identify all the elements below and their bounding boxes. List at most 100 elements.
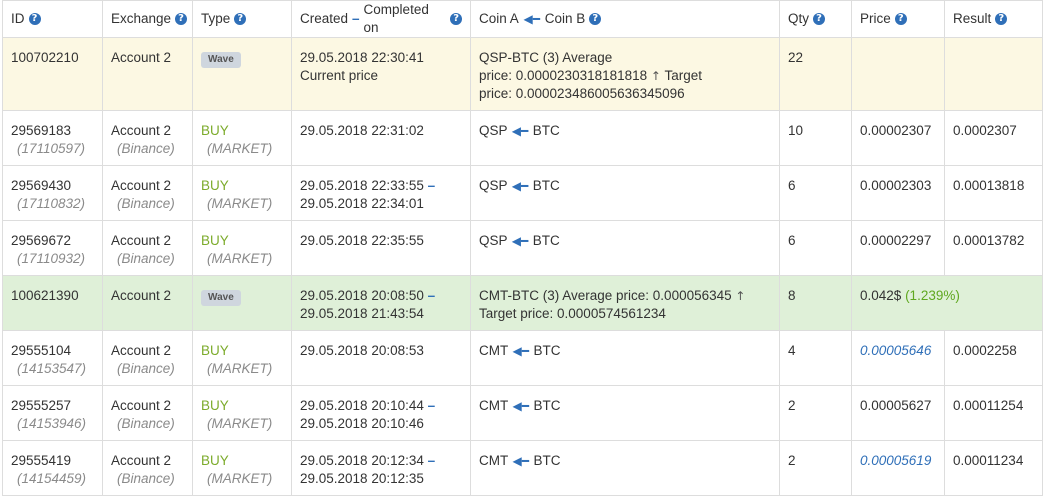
dash-separator: – [352,11,360,26]
question-circle-icon[interactable]: ? [894,13,907,25]
table-row[interactable]: 29555257 (14153946) Account 2 (Binance) BU… [2,385,1043,441]
cell-result [944,37,1043,111]
cell-type: BUY (MARKET) [192,110,292,166]
cell-id: 29555419 (14154459) [2,440,103,496]
cell-qty: 4 [779,330,852,386]
left-arrow-icon: ◀━ [512,454,529,468]
cell-result: 0.00011234 [944,440,1043,496]
dash-separator: – [427,288,436,303]
dash-separator: – [427,453,436,468]
cell-dates: 29.05.2018 20:10:44 –29.05.2018 20:10:46 [291,385,471,441]
cell-price: 0.00005646 [851,330,945,386]
header-qty[interactable]: Qty? [779,0,852,38]
left-arrow-icon: ◀━ [511,234,529,248]
cell-coins: CMT ◀━ BTC [470,330,780,386]
cell-coins: QSP ◀━ BTC [470,165,780,221]
table-row[interactable]: 29569430 (17110832) Account 2 (Binance) BU… [2,165,1043,221]
cell-dates: 29.05.2018 22:33:55 –29.05.2018 22:34:01 [291,165,471,221]
cell-type: Wave [192,37,292,111]
table-row[interactable]: 29569672 (17110932) Account 2 (Binance) BU… [2,220,1043,276]
header-price[interactable]: Price? [851,0,945,38]
cell-coins: QSP-BTC (3) Average price: 0.00002303181… [470,37,780,111]
header-type[interactable]: Type? [192,0,292,38]
cell-exchange: Account 2 (Binance) [102,385,193,441]
table-row-wave[interactable]: 100702210 Account 2 Wave 29.05.2018 22:3… [2,37,1043,111]
table-row-wave[interactable]: 100621390 Account 2 Wave 29.05.2018 20:0… [2,275,1043,331]
cell-result: 0.00011254 [944,385,1043,441]
cell-qty: 8 [779,275,852,331]
cell-exchange: Account 2 (Binance) [102,440,193,496]
question-circle-icon[interactable]: ? [234,13,247,25]
cell-price: 0.00002303 [851,165,945,221]
table-row[interactable]: 29555104 (14153547) Account 2 (Binance) BU… [2,330,1043,386]
dash-separator: – [427,178,436,193]
cell-result: 0.0002307 [944,110,1043,166]
cell-id: 29569672 (17110932) [2,220,103,276]
cell-price: 0.00002297 [851,220,945,276]
cell-id: 100702210 [2,37,103,111]
table-header-row: ID? Exchange? Type? Created – Completed on… [2,0,1043,38]
cell-type: BUY (MARKET) [192,440,292,496]
cell-id: 29555257 (14153946) [2,385,103,441]
cell-price: 0.00002307 [851,110,945,166]
cell-qty: 10 [779,110,852,166]
header-exchange[interactable]: Exchange? [102,0,193,38]
cell-type: BUY (MARKET) [192,220,292,276]
question-circle-icon[interactable]: ? [589,13,602,25]
cell-price: 0.00005627 [851,385,945,441]
question-circle-icon[interactable]: ? [995,13,1008,25]
header-id[interactable]: ID? [2,0,103,38]
cell-qty: 2 [779,440,852,496]
cell-type: BUY (MARKET) [192,165,292,221]
dash-separator: – [427,398,436,413]
cell-qty: 2 [779,385,852,441]
cell-result: 0.0002258 [944,330,1043,386]
wave-badge: Wave [201,52,241,68]
left-arrow-icon: ◀━ [511,179,529,193]
cell-qty: 6 [779,165,852,221]
trades-table: ID? Exchange? Type? Created – Completed on… [2,0,1043,496]
cell-id: 100621390 [2,275,103,331]
cell-coins: CMT ◀━ BTC [470,440,780,496]
cell-price [851,37,945,111]
question-circle-icon[interactable]: ? [450,13,462,25]
price-link[interactable]: 0.00005646 [860,343,931,358]
question-circle-icon[interactable]: ? [28,13,41,25]
cell-dates: 29.05.2018 22:35:55 [291,220,471,276]
cell-result: 0.00013782 [944,220,1043,276]
price-link[interactable]: 0.00005619 [860,453,931,468]
header-created-completed[interactable]: Created – Completed on? [291,0,471,38]
cell-exchange: Account 2 (Binance) [102,330,193,386]
header-coin-pair[interactable]: Coin A ◀━ Coin B? [470,0,780,38]
table-row[interactable]: 29555419 (14154459) Account 2 (Binance) BU… [2,440,1043,496]
cell-price: 0.042$ (1.239%) [851,275,1043,331]
cell-exchange: Account 2 (Binance) [102,165,193,221]
cell-result: 0.00013818 [944,165,1043,221]
cell-qty: 6 [779,220,852,276]
up-arrow-icon: ↑ [735,289,746,303]
left-arrow-icon: ◀━ [512,399,529,413]
cell-exchange: Account 2 (Binance) [102,220,193,276]
question-circle-icon[interactable]: ? [175,13,188,25]
header-result[interactable]: Result? [944,0,1043,38]
cell-coins: CMT-BTC (3) Average price: 0.000056345 ↑… [470,275,780,331]
profit-percent: (1.239%) [905,288,960,303]
cell-exchange: Account 2 [102,275,193,331]
cell-qty: 22 [779,37,852,111]
cell-type: Wave [192,275,292,331]
cell-coins: QSP ◀━ BTC [470,220,780,276]
left-arrow-icon: ◀━ [523,12,540,26]
wave-badge: Wave [201,290,241,306]
table-row[interactable]: 29569183 (17110597) Account 2 (Binance) BU… [2,110,1043,166]
left-arrow-icon: ◀━ [511,124,529,138]
cell-coins: QSP ◀━ BTC [470,110,780,166]
cell-coins: CMT ◀━ BTC [470,385,780,441]
cell-type: BUY (MARKET) [192,330,292,386]
cell-exchange: Account 2 [102,37,193,111]
cell-price: 0.00005619 [851,440,945,496]
question-circle-icon[interactable]: ? [813,13,826,25]
cell-dates: 29.05.2018 20:12:34 –29.05.2018 20:12:35 [291,440,471,496]
cell-dates: 29.05.2018 20:08:50 –29.05.2018 21:43:54 [291,275,471,331]
cell-id: 29569430 (17110832) [2,165,103,221]
cell-id: 29555104 (14153547) [2,330,103,386]
